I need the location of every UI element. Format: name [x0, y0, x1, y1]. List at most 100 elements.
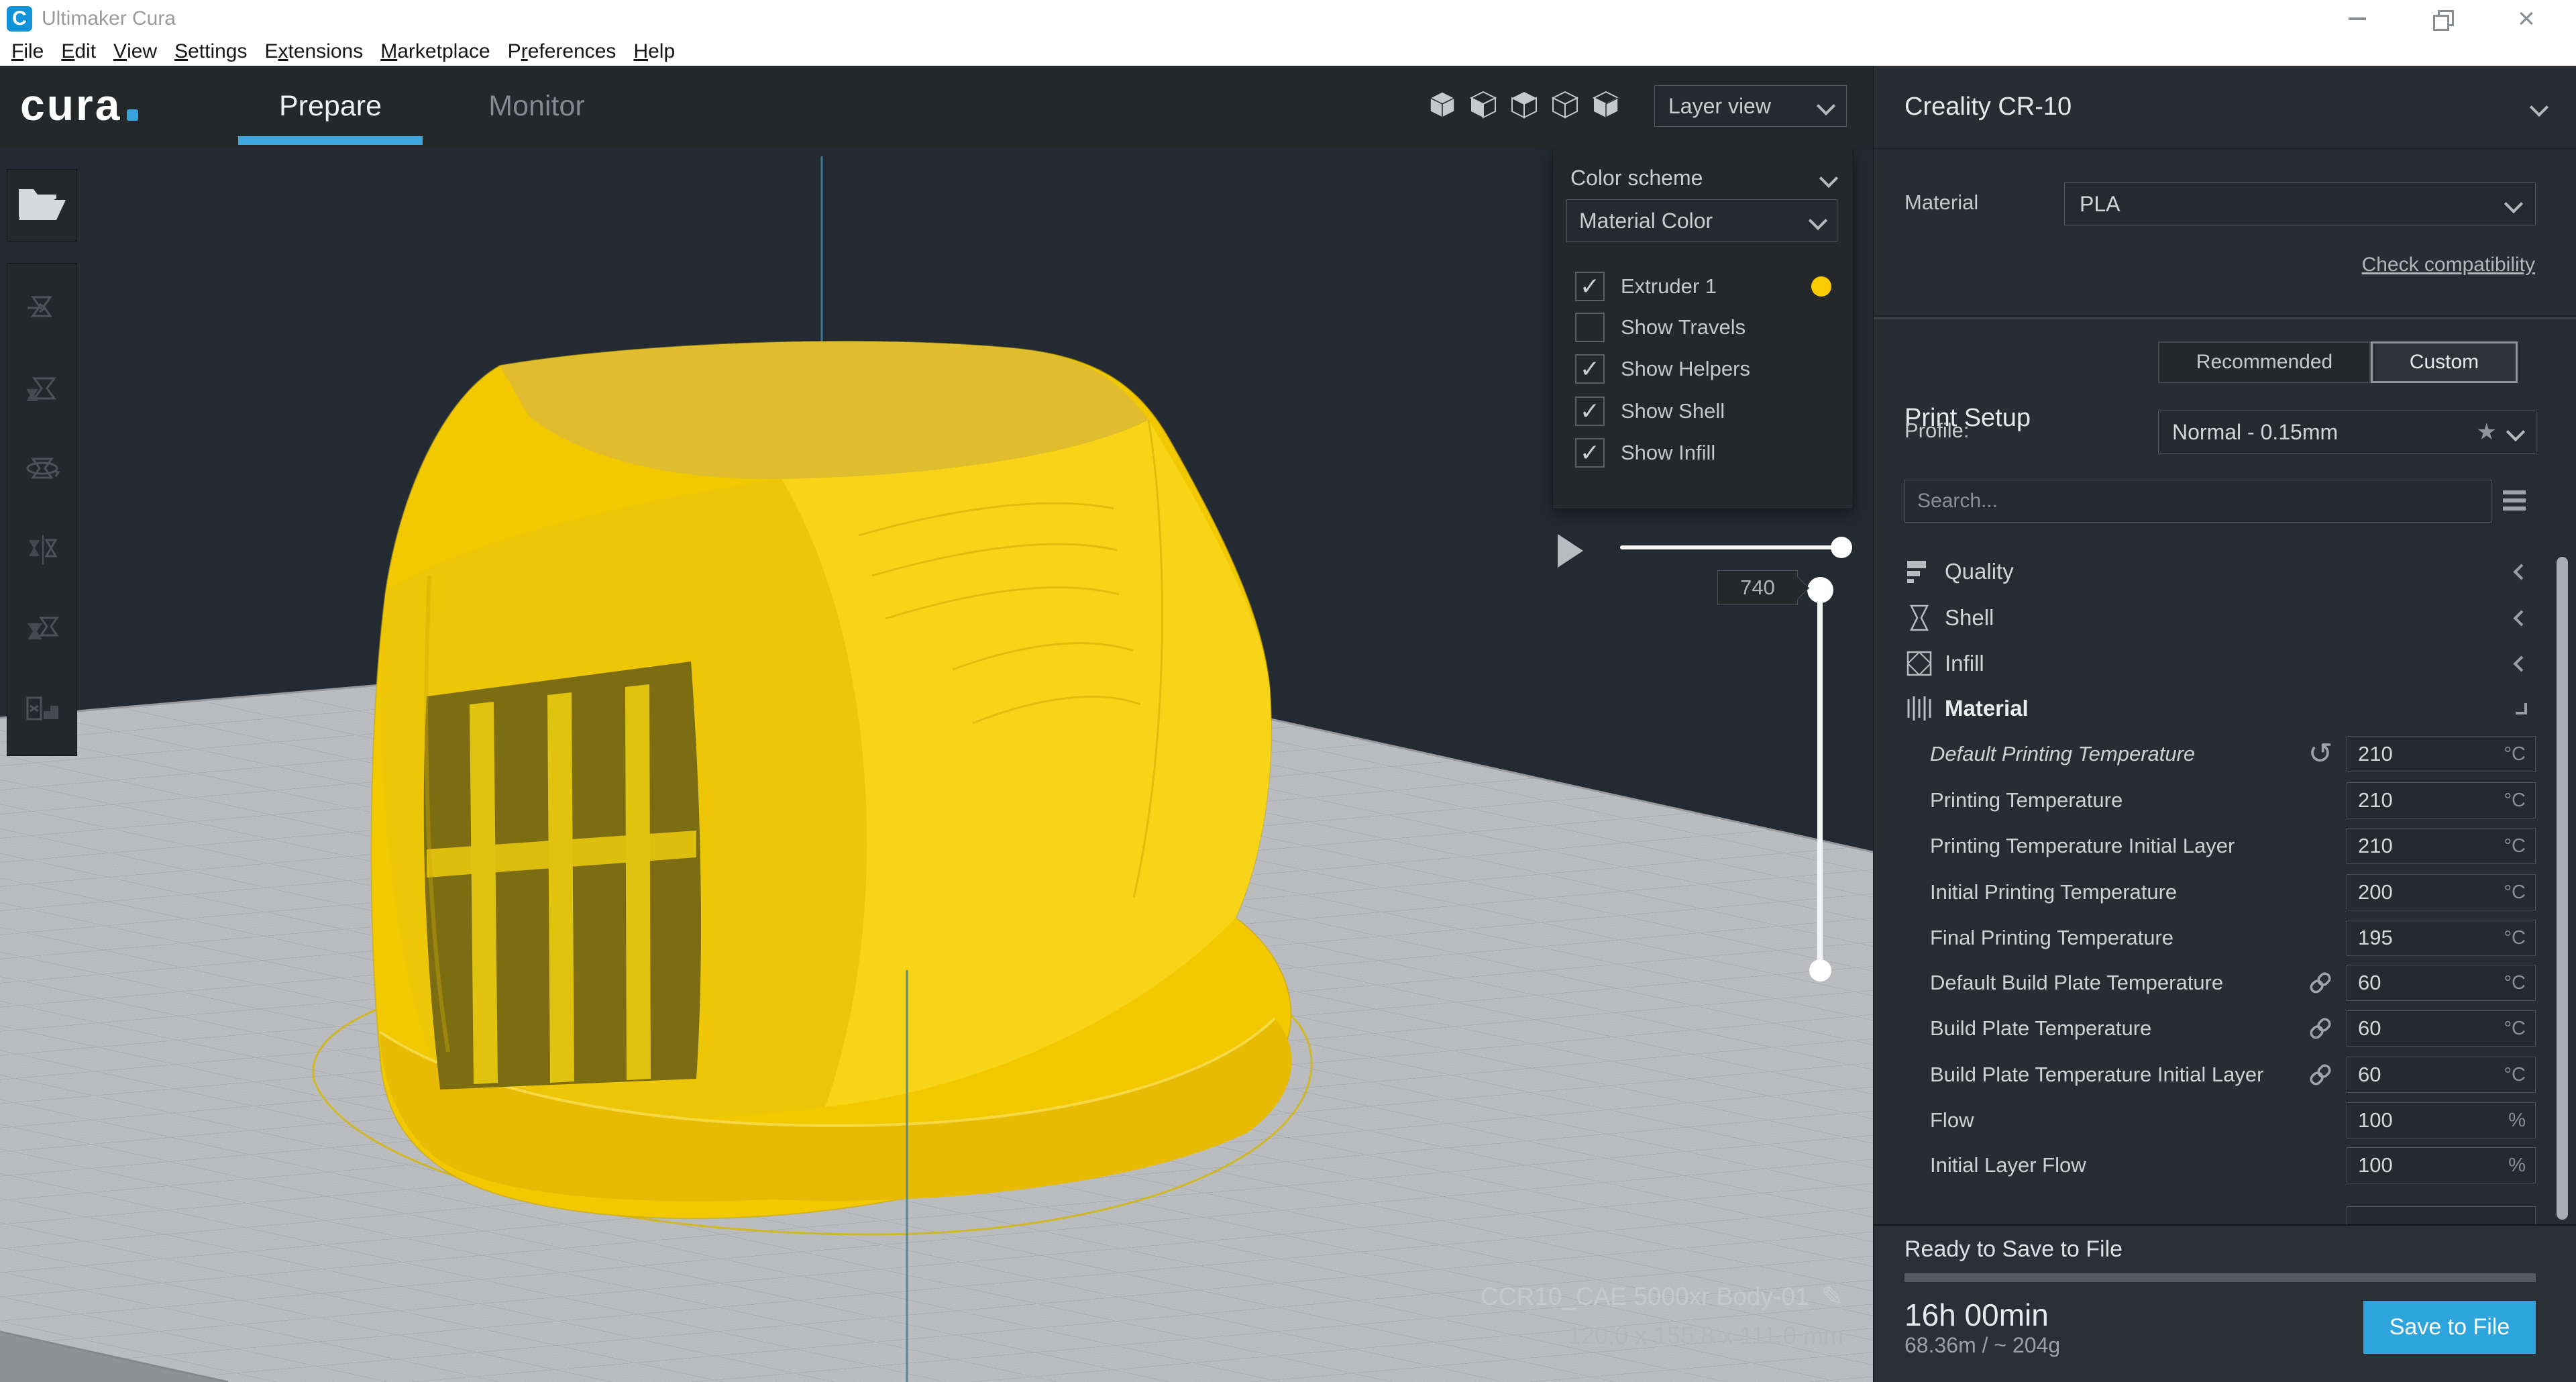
setting-value-input[interactable] — [2347, 1062, 2473, 1087]
setting-value-input[interactable] — [2347, 833, 2473, 859]
material-dropdown[interactable]: PLA — [2064, 182, 2536, 225]
setting-row-default-printing-temperature[interactable]: Default Printing Temperature ↺ °C — [1874, 731, 2576, 777]
link-icon[interactable] — [2303, 1011, 2338, 1046]
layer-slider-lower-handle[interactable] — [1809, 959, 1831, 981]
color-scheme-dropdown[interactable]: Material Color — [1566, 199, 1837, 242]
settings-menu-icon[interactable] — [2503, 490, 2526, 511]
edit-toolbar — [7, 263, 77, 756]
chevron-down-icon — [1809, 211, 1827, 230]
menu-view[interactable]: View — [105, 37, 166, 66]
per-model-settings-tool-icon[interactable] — [21, 608, 64, 651]
simulation-slider-handle[interactable] — [1831, 537, 1852, 558]
save-to-file-button[interactable]: Save to File — [2363, 1301, 2536, 1354]
setting-value-input[interactable] — [2347, 1108, 2473, 1133]
checkbox-extruder-1[interactable]: ✓ Extruder 1 — [1553, 266, 1854, 307]
menu-settings[interactable]: Settings — [166, 37, 256, 66]
setting-value-input[interactable] — [2347, 925, 2473, 951]
machine-selector[interactable]: Creality CR-10 — [1874, 66, 2576, 149]
setting-row-initial-printing-temperature[interactable]: Initial Printing Temperature °C — [1874, 869, 2576, 915]
app-header: cura Prepare Monitor — [0, 66, 1873, 149]
sliced-model — [371, 341, 1291, 1218]
checkbox-show-helpers[interactable]: ✓ Show Helpers — [1553, 348, 1854, 390]
chevron-down-icon — [2516, 703, 2527, 718]
menu-preferences[interactable]: Preferences — [499, 37, 625, 66]
menu-marketplace[interactable]: Marketplace — [372, 37, 498, 66]
setting-row-printing-temperature[interactable]: Printing Temperature °C — [1874, 778, 2576, 823]
support-blocker-tool-icon[interactable] — [21, 688, 64, 731]
checkbox-show-infill[interactable]: ✓ Show Infill — [1553, 432, 1854, 474]
view-left-icon[interactable] — [1550, 89, 1580, 119]
material-icon — [1904, 694, 1934, 723]
custom-button[interactable]: Custom — [2371, 341, 2518, 383]
setting-row-flow[interactable]: Flow % — [1874, 1098, 2576, 1143]
layer-slider-track[interactable] — [1817, 590, 1823, 970]
viewport-3d[interactable]: Color scheme Material Color ✓ Extruder 1… — [0, 66, 1873, 1382]
view-3d-icon[interactable] — [1428, 89, 1457, 119]
recommended-button[interactable]: Recommended — [2158, 341, 2371, 383]
view-right-icon[interactable] — [1591, 89, 1621, 119]
layer-slider-upper-handle[interactable] — [1807, 577, 1833, 603]
setting-row-build-plate-temperature-initial-layer[interactable]: Build Plate Temperature Initial Layer °C — [1874, 1052, 2576, 1098]
checkbox[interactable]: ✓ — [1575, 354, 1605, 384]
star-icon[interactable]: ★ — [2477, 419, 2497, 445]
restore-button[interactable] — [2428, 5, 2455, 32]
view-mode-dropdown[interactable]: Layer view — [1654, 85, 1847, 127]
minimize-button[interactable] — [2344, 5, 2371, 32]
category-infill[interactable]: Infill — [1874, 641, 2576, 686]
menu-edit[interactable]: Edit — [52, 37, 105, 66]
setting-value-input[interactable] — [2347, 741, 2473, 767]
setting-value-input[interactable] — [2347, 788, 2473, 813]
checkbox[interactable]: ✓ — [1575, 396, 1605, 426]
rename-pencil-icon[interactable]: ✎ — [1821, 1281, 1843, 1312]
play-button[interactable] — [1558, 534, 1583, 568]
model-name[interactable]: CCR10_CAE 5000xr Body-01 ✎ — [1481, 1281, 1843, 1312]
menu-file[interactable]: File — [3, 37, 52, 66]
check-compatibility-link[interactable]: Check compatibility — [2362, 254, 2535, 276]
chevron-left-icon — [2516, 613, 2527, 627]
view-top-icon[interactable] — [1509, 89, 1539, 119]
menu-extensions[interactable]: Extensions — [256, 37, 372, 66]
search-input[interactable] — [1904, 480, 2491, 523]
setting-row-default-build-plate-temperature[interactable]: Default Build Plate Temperature °C — [1874, 960, 2576, 1006]
category-material[interactable]: Material — [1874, 686, 2576, 731]
setting-value-input[interactable] — [2347, 1016, 2473, 1041]
clipped-setting-field — [2347, 1206, 2536, 1224]
open-file-button[interactable] — [7, 169, 77, 242]
checkbox-show-travels[interactable]: Show Travels — [1553, 307, 1854, 348]
simulation-slider-track[interactable] — [1620, 545, 1841, 549]
menu-help[interactable]: Help — [625, 37, 684, 66]
mirror-tool-icon[interactable] — [21, 528, 64, 571]
revert-icon[interactable]: ↺ — [2303, 737, 2338, 772]
tab-monitor[interactable]: Monitor — [463, 85, 610, 127]
profile-dropdown[interactable]: Normal - 0.15mm ★ — [2158, 411, 2536, 454]
move-tool-icon[interactable] — [21, 288, 64, 331]
quality-icon — [1904, 557, 1934, 586]
settings-scrollbar[interactable] — [2557, 557, 2568, 1220]
checkbox[interactable] — [1575, 313, 1605, 342]
setting-row-build-plate-temperature[interactable]: Build Plate Temperature °C — [1874, 1006, 2576, 1051]
rotate-tool-icon[interactable] — [21, 448, 64, 491]
chevron-down-icon — [1817, 97, 1835, 115]
category-shell[interactable]: Shell — [1874, 595, 2576, 641]
color-scheme-header[interactable]: Color scheme — [1570, 166, 1835, 191]
link-icon[interactable] — [2303, 965, 2338, 1000]
extruder-color-dot — [1811, 276, 1831, 297]
setting-value-input[interactable] — [2347, 970, 2473, 996]
minimize-icon — [2349, 17, 2366, 20]
setting-value-input[interactable] — [2347, 1153, 2473, 1178]
category-quality[interactable]: Quality — [1874, 549, 2576, 594]
tab-prepare[interactable]: Prepare — [238, 85, 423, 127]
view-front-icon[interactable] — [1468, 89, 1498, 119]
status-text: Ready to Save to File — [1904, 1236, 2123, 1263]
setting-value-input[interactable] — [2347, 880, 2473, 905]
scale-tool-icon[interactable] — [21, 368, 64, 411]
layer-number-badge[interactable]: 740 — [1717, 570, 1798, 605]
setting-row-printing-temperature-initial-layer[interactable]: Printing Temperature Initial Layer °C — [1874, 823, 2576, 869]
link-icon[interactable] — [2303, 1057, 2338, 1092]
checkbox[interactable]: ✓ — [1575, 438, 1605, 468]
checkbox[interactable]: ✓ — [1575, 272, 1605, 301]
setting-row-final-printing-temperature[interactable]: Final Printing Temperature °C — [1874, 915, 2576, 961]
checkbox-show-shell[interactable]: ✓ Show Shell — [1553, 390, 1854, 432]
close-button[interactable]: × — [2513, 5, 2540, 32]
setting-row-initial-layer-flow[interactable]: Initial Layer Flow % — [1874, 1142, 2576, 1188]
